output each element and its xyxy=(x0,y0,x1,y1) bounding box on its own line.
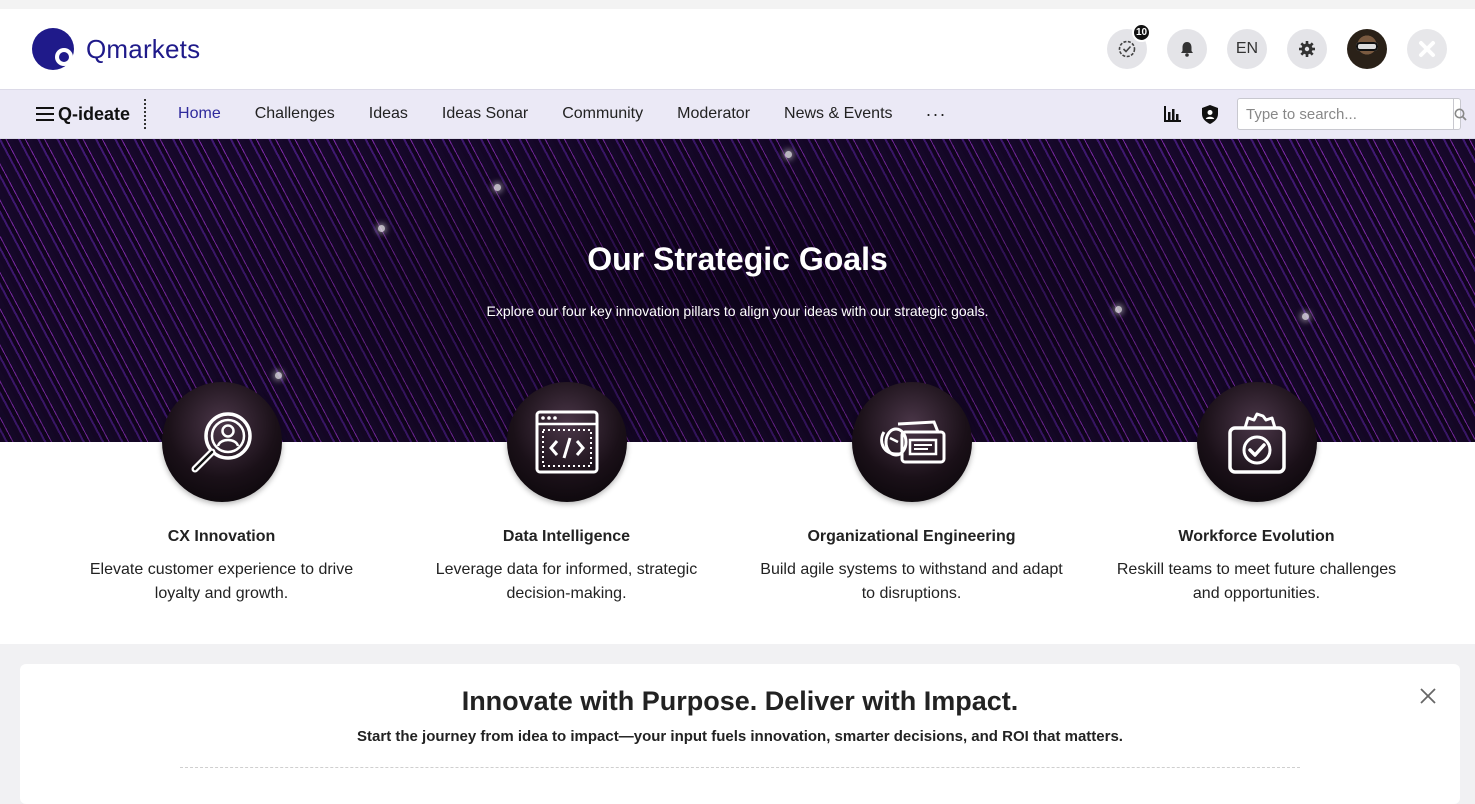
pillar-icon-circle xyxy=(506,382,627,502)
star-sparkle xyxy=(785,151,792,158)
magnifier-person-icon xyxy=(191,412,252,473)
bar-chart-icon xyxy=(1164,106,1181,122)
pillar-title: CX Innovation xyxy=(167,528,276,545)
pillar-title: Organizational Engineering xyxy=(807,528,1016,545)
app-name: Q-ideate xyxy=(58,103,131,124)
star-sparkle xyxy=(275,372,282,379)
code-window-icon xyxy=(535,410,598,474)
pillar-title: Data Intelligence xyxy=(502,528,631,545)
nav-menu: Home Challenges Ideas Ideas Sonar Commun… xyxy=(161,104,962,125)
shield-user-icon xyxy=(1202,104,1218,124)
strategic-pillars: CX Innovation Elevate customer experienc… xyxy=(0,382,1475,644)
nav-item-news-events[interactable]: News & Events xyxy=(767,105,909,123)
main-nav: Q-ideate Home Challenges Ideas Ideas Son… xyxy=(0,89,1475,139)
qmarkets-logo-icon xyxy=(32,27,76,71)
clock-check-icon xyxy=(1118,40,1136,58)
hero-title: Our Strategic Goals xyxy=(587,241,888,277)
logo-text: Qmarkets xyxy=(86,33,201,64)
nav-item-ideas[interactable]: Ideas xyxy=(352,105,425,123)
pillar-description: Build agile systems to withstand and ada… xyxy=(760,561,1063,602)
logo[interactable]: Qmarkets xyxy=(32,27,200,71)
banner-title: Innovate with Purpose. Deliver with Impa… xyxy=(461,686,1019,716)
notifications-button[interactable] xyxy=(1167,29,1207,69)
hamburger-icon xyxy=(36,107,54,121)
settings-button[interactable] xyxy=(1287,29,1327,69)
bell-icon xyxy=(1181,42,1193,57)
tasks-button[interactable]: 10 xyxy=(1107,23,1151,69)
user-avatar[interactable] xyxy=(1347,29,1387,69)
language-button[interactable]: EN xyxy=(1227,29,1267,69)
star-sparkle xyxy=(494,184,501,191)
pillar-description: Leverage data for informed, strategic de… xyxy=(435,561,698,602)
gear-check-icon xyxy=(1227,412,1286,474)
nav-item-community[interactable]: Community xyxy=(545,105,660,123)
admin-button[interactable] xyxy=(1199,103,1221,125)
nav-item-ideas-sonar[interactable]: Ideas Sonar xyxy=(425,105,545,123)
nav-item-moderator[interactable]: Moderator xyxy=(660,105,767,123)
search-input[interactable] xyxy=(1238,99,1453,129)
search-icon xyxy=(1454,108,1467,121)
search-box xyxy=(1237,98,1467,130)
pillar-icon-circle xyxy=(161,382,282,502)
purpose-banner-card: Innovate with Purpose. Deliver with Impa… xyxy=(20,664,1460,804)
tools-icon xyxy=(1419,41,1435,57)
header: Qmarkets 10 EN xyxy=(0,9,1475,89)
banner-divider xyxy=(180,767,1300,768)
close-icon xyxy=(1420,688,1436,704)
nav-item-challenges[interactable]: Challenges xyxy=(238,105,352,123)
search-button[interactable] xyxy=(1453,99,1467,129)
top-strip xyxy=(0,0,1475,9)
pillar-data-intelligence[interactable]: Data Intelligence Leverage data for info… xyxy=(394,382,739,606)
nav-more-button[interactable]: ··· xyxy=(910,104,963,125)
pillar-description: Reskill teams to meet future challenges … xyxy=(1116,561,1397,602)
pillar-description: Elevate customer experience to drive loy… xyxy=(89,561,354,602)
tools-button[interactable] xyxy=(1407,29,1447,69)
hero-subtitle: Explore our four key innovation pillars … xyxy=(486,303,989,319)
app-switcher[interactable]: Q-ideate xyxy=(36,99,147,129)
gear-icon xyxy=(1299,41,1315,57)
pillar-workforce-evolution[interactable]: Workforce Evolution Reskill teams to mee… xyxy=(1084,382,1429,606)
pillar-organizational-engineering[interactable]: Organizational Engineering Build agile s… xyxy=(739,382,1084,606)
close-banner-button[interactable] xyxy=(1418,686,1438,706)
banner-subtitle: Start the journey from idea to impact—yo… xyxy=(357,728,1123,745)
pillar-icon-circle xyxy=(1196,382,1317,502)
analytics-button[interactable] xyxy=(1161,103,1183,125)
pillar-cx-innovation[interactable]: CX Innovation Elevate customer experienc… xyxy=(49,382,394,606)
pillar-title: Workforce Evolution xyxy=(1178,528,1335,545)
pillar-icon-circle xyxy=(851,382,972,502)
star-sparkle xyxy=(378,225,385,232)
tasks-badge: 10 xyxy=(1132,23,1151,42)
nav-item-home[interactable]: Home xyxy=(161,105,238,123)
hand-card-icon xyxy=(879,420,945,464)
